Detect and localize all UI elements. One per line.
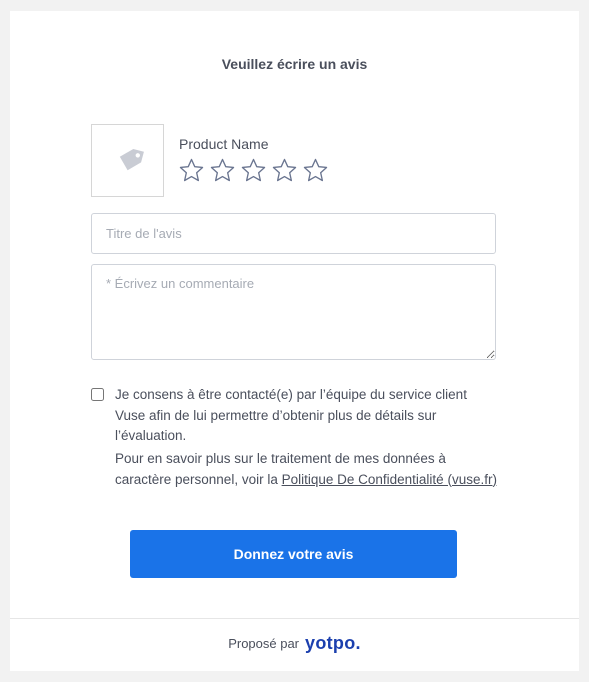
star-rating[interactable] [178, 157, 329, 184]
star-outline-icon[interactable] [209, 157, 236, 184]
review-comment-textarea[interactable] [91, 264, 496, 360]
star-outline-icon[interactable] [302, 157, 329, 184]
review-title-input[interactable] [91, 213, 496, 254]
form-heading: Veuillez écrire un avis [221, 56, 368, 72]
footer-divider [10, 618, 579, 619]
yotpo-logo[interactable]: yotpo. [305, 633, 361, 654]
consent-text: Je consens à être contacté(e) par l’équi… [115, 387, 467, 443]
consent-checkbox[interactable] [91, 388, 104, 401]
privacy-notice: Pour en savoir plus sur le traitement de… [115, 449, 500, 490]
privacy-policy-link[interactable]: Politique De Confidentialité (vuse.fr) [282, 472, 497, 487]
star-outline-icon[interactable] [240, 157, 267, 184]
powered-by-label: Proposé par [228, 636, 300, 651]
powered-by-footer: Proposé par yotpo. [10, 633, 579, 654]
tag-icon [119, 148, 144, 170]
product-name: Product Name [179, 136, 269, 152]
submit-review-button[interactable]: Donnez votre avis [130, 530, 457, 578]
review-form-card: Veuillez écrire un avis Product Name Je … [10, 11, 579, 671]
product-thumbnail [91, 124, 164, 197]
star-outline-icon[interactable] [178, 157, 205, 184]
star-outline-icon[interactable] [271, 157, 298, 184]
